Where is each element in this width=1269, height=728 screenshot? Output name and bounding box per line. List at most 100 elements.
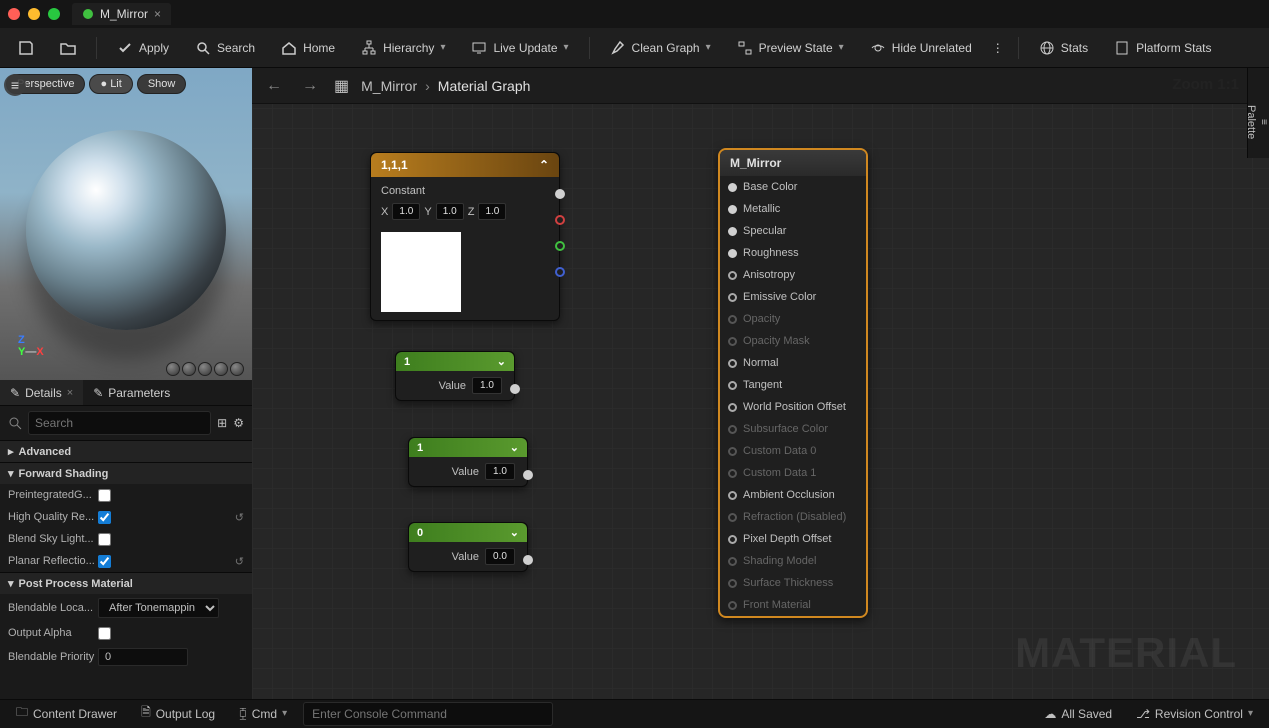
result-pin-opacity[interactable]: Opacity <box>720 308 866 330</box>
result-pin-base-color[interactable]: Base Color <box>720 176 866 198</box>
planar-reflection-checkbox[interactable] <box>98 555 111 568</box>
pin-out-r[interactable] <box>555 215 565 225</box>
shape-cube-button[interactable] <box>214 362 228 376</box>
pin-dot[interactable] <box>728 359 737 368</box>
hq-reflections-checkbox[interactable] <box>98 511 111 524</box>
output-log-button[interactable]: 🗎Output Log <box>133 699 223 728</box>
grid-view-icon[interactable]: ⊞ <box>217 416 227 430</box>
result-pin-specular[interactable]: Specular <box>720 220 866 242</box>
close-window-button[interactable] <box>8 8 20 20</box>
pin-out-value[interactable] <box>523 470 533 480</box>
platform-stats-button[interactable]: Platform Stats <box>1104 34 1221 62</box>
node-collapse-icon[interactable]: ⌄ <box>510 441 519 454</box>
category-post-process[interactable]: ▾ Post Process Material <box>0 572 252 594</box>
preview-shape-selector[interactable] <box>166 362 244 376</box>
apply-button[interactable]: Apply <box>107 34 179 62</box>
pin-dot[interactable] <box>728 491 737 500</box>
pin-dot[interactable] <box>728 425 737 434</box>
result-pin-custom-data-0[interactable]: Custom Data 0 <box>720 440 866 462</box>
details-search-input[interactable] <box>28 411 211 435</box>
category-advanced[interactable]: ▸ Advanced <box>0 440 252 462</box>
content-drawer-button[interactable]: 🗀Content Drawer <box>8 699 125 728</box>
graph-home-icon[interactable]: ▦ <box>334 76 349 96</box>
category-forward-shading[interactable]: ▾ Forward Shading <box>0 462 252 484</box>
pin-dot[interactable] <box>728 205 737 214</box>
maximize-window-button[interactable] <box>48 8 60 20</box>
reset-hq-reflections-icon[interactable]: ↺ <box>235 511 244 524</box>
close-tab-icon[interactable]: × <box>154 7 161 21</box>
result-pin-opacity-mask[interactable]: Opacity Mask <box>720 330 866 352</box>
tab-parameters[interactable]: ✎ Parameters <box>83 380 180 405</box>
stats-button[interactable]: Stats <box>1029 34 1098 62</box>
pin-dot[interactable] <box>728 557 737 566</box>
pin-dot[interactable] <box>728 447 737 456</box>
preview-viewport[interactable]: ≡ Perspective ● Lit Show Z Y—X <box>0 68 252 380</box>
pin-out-rgb[interactable] <box>555 189 565 199</box>
pin-out-g[interactable] <box>555 241 565 251</box>
all-saved-indicator[interactable]: ☁All Saved <box>1036 703 1120 725</box>
minimize-window-button[interactable] <box>28 8 40 20</box>
pin-out-value[interactable] <box>523 555 533 565</box>
scalar-node-1[interactable]: 1⌄ Value <box>395 351 515 401</box>
result-pin-tangent[interactable]: Tangent <box>720 374 866 396</box>
scalar3-value-input[interactable] <box>485 548 515 565</box>
pin-out-b[interactable] <box>555 267 565 277</box>
nav-back-button[interactable]: ← <box>262 77 286 95</box>
reset-planar-reflection-icon[interactable]: ↺ <box>235 555 244 568</box>
cmd-button[interactable]: ⧮Cmd▾ <box>231 702 295 725</box>
lit-button[interactable]: ● Lit <box>89 74 132 94</box>
blendable-location-select[interactable]: After Tonemappin <box>98 598 219 618</box>
browse-button[interactable] <box>50 34 86 62</box>
revision-control-button[interactable]: ⎇Revision Control▾ <box>1128 703 1261 725</box>
result-pin-pixel-depth-offset[interactable]: Pixel Depth Offset <box>720 528 866 550</box>
node-collapse-icon[interactable]: ⌄ <box>510 526 519 539</box>
pin-dot[interactable] <box>728 271 737 280</box>
result-pin-world-position-offset[interactable]: World Position Offset <box>720 396 866 418</box>
result-pin-anisotropy[interactable]: Anisotropy <box>720 264 866 286</box>
node-collapse-icon[interactable]: ⌄ <box>497 355 506 368</box>
result-pin-refraction-disabled-[interactable]: Refraction (Disabled) <box>720 506 866 528</box>
preview-state-button[interactable]: Preview State▾ <box>727 34 854 62</box>
shape-cylinder-button[interactable] <box>166 362 180 376</box>
pin-dot[interactable] <box>728 535 737 544</box>
pin-dot[interactable] <box>728 315 737 324</box>
pin-dot[interactable] <box>728 293 737 302</box>
pin-dot[interactable] <box>728 513 737 522</box>
result-pin-roughness[interactable]: Roughness <box>720 242 866 264</box>
const-z-input[interactable] <box>478 203 506 220</box>
pin-dot[interactable] <box>728 183 737 192</box>
result-pin-custom-data-1[interactable]: Custom Data 1 <box>720 462 866 484</box>
pin-dot[interactable] <box>728 579 737 588</box>
output-alpha-checkbox[interactable] <box>98 627 111 640</box>
scalar-node-3[interactable]: 0⌄ Value <box>408 522 528 572</box>
preintegrated-checkbox[interactable] <box>98 489 111 502</box>
hide-unrelated-more-button[interactable]: ⋮ <box>988 35 1008 61</box>
scalar-node-2[interactable]: 1⌄ Value <box>408 437 528 487</box>
hierarchy-button[interactable]: Hierarchy▾ <box>351 34 455 62</box>
save-button[interactable] <box>8 34 44 62</box>
pin-dot[interactable] <box>728 601 737 610</box>
scalar2-value-input[interactable] <box>485 463 515 480</box>
pin-dot[interactable] <box>728 337 737 346</box>
settings-gear-icon[interactable]: ⚙ <box>233 416 244 430</box>
viewport-options-button[interactable]: ≡ <box>4 74 26 96</box>
material-graph[interactable]: ← → ▦ M_Mirror › Material Graph Zoom 1:1… <box>252 68 1269 699</box>
pin-dot[interactable] <box>728 403 737 412</box>
shape-sphere-button[interactable] <box>182 362 196 376</box>
result-pin-emissive-color[interactable]: Emissive Color <box>720 286 866 308</box>
pin-dot[interactable] <box>728 227 737 236</box>
blendable-priority-input[interactable]: 0 <box>98 648 188 666</box>
const-y-input[interactable] <box>436 203 464 220</box>
console-input[interactable] <box>303 702 553 726</box>
node-collapse-icon[interactable]: ⌃ <box>539 158 549 172</box>
blend-sky-checkbox[interactable] <box>98 533 111 546</box>
pin-out-value[interactable] <box>510 384 520 394</box>
const-x-input[interactable] <box>392 203 420 220</box>
breadcrumb-root[interactable]: M_Mirror <box>361 78 417 94</box>
palette-tab[interactable]: ≡Palette <box>1247 68 1269 158</box>
result-pin-ambient-occlusion[interactable]: Ambient Occlusion <box>720 484 866 506</box>
pin-dot[interactable] <box>728 249 737 258</box>
result-pin-subsurface-color[interactable]: Subsurface Color <box>720 418 866 440</box>
show-button[interactable]: Show <box>137 74 187 94</box>
close-details-tab-icon[interactable]: × <box>67 387 73 399</box>
